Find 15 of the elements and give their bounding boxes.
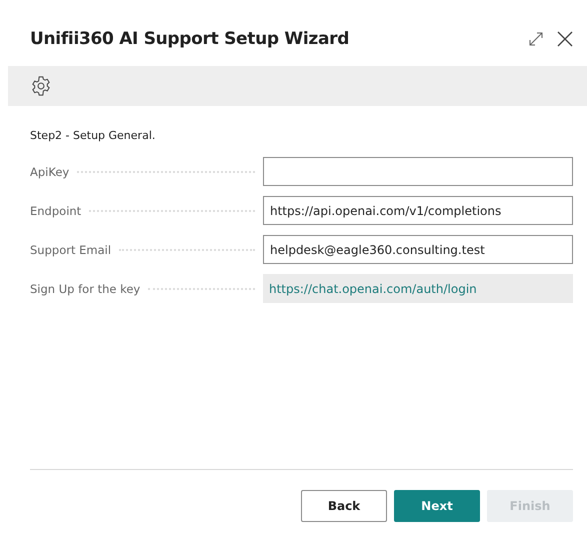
input-field[interactable]: helpdesk@eagle360.consulting.test xyxy=(263,235,573,264)
input-field[interactable] xyxy=(263,157,573,186)
input-field[interactable]: https://api.openai.com/v1/completions xyxy=(263,196,573,225)
step-heading: Step2 - Setup General. xyxy=(30,129,156,143)
field-label: ApiKey xyxy=(30,164,70,178)
wizard-button[interactable]: Back xyxy=(301,490,387,522)
window-title: Unifii360 AI Support Setup Wizard xyxy=(30,29,350,49)
field-label: Support Email xyxy=(30,242,112,256)
field-label: Sign Up for the key xyxy=(30,282,140,296)
field-label: Endpoint xyxy=(30,204,82,218)
next-button[interactable]: Next xyxy=(394,490,480,522)
signup-link[interactable]: https://chat.openai.com/auth/login xyxy=(263,274,573,303)
settings-icon[interactable] xyxy=(30,75,52,97)
close-icon[interactable] xyxy=(557,31,573,47)
expand-icon[interactable] xyxy=(529,32,543,46)
